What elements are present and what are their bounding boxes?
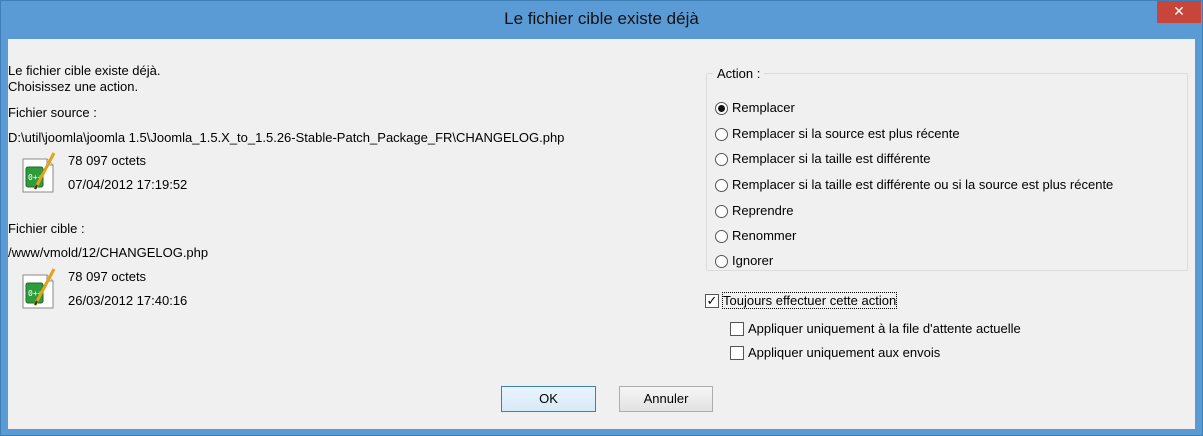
target-size: 78 097 octets bbox=[68, 269, 147, 284]
queue-only-checkbox[interactable] bbox=[730, 322, 744, 336]
dialog-window: Le fichier cible existe déjà ✕ Le fichie… bbox=[0, 0, 1203, 436]
source-path: D:\util\joomla\joomla 1.5\Joomla_1.5.X_t… bbox=[8, 130, 565, 145]
radio-label: Remplacer si la source est plus récente bbox=[732, 126, 960, 141]
target-date: 26/03/2012 17:40:16 bbox=[68, 293, 188, 308]
window-title: Le fichier cible existe déjà bbox=[504, 9, 699, 28]
radio-button[interactable] bbox=[715, 128, 728, 141]
uploads-only-checkbox[interactable] bbox=[730, 346, 744, 360]
radio-button[interactable] bbox=[715, 255, 728, 268]
always-perform-label: Toujours effectuer cette action bbox=[721, 292, 898, 309]
uploads-only-label: Appliquer uniquement aux envois bbox=[748, 345, 941, 360]
radio-label: Remplacer bbox=[732, 100, 795, 115]
radio-button[interactable] bbox=[715, 153, 728, 166]
target-path: /www/vmold/12/CHANGELOG.php bbox=[8, 245, 209, 260]
radio-label: Ignorer bbox=[732, 253, 774, 268]
dialog-body: Le fichier cible existe déjà. Choisissez… bbox=[8, 39, 1195, 429]
queue-only-label: Appliquer uniquement à la file d'attente… bbox=[748, 321, 1021, 336]
radio-label: Remplacer si la taille est différente bbox=[732, 151, 931, 166]
radio-button[interactable] bbox=[715, 230, 728, 243]
always-perform-checkbox[interactable]: ✓ bbox=[705, 294, 719, 308]
message-line-2: Choisissez une action. bbox=[8, 79, 139, 94]
ok-button[interactable]: OK bbox=[501, 386, 596, 412]
source-heading: Fichier source : bbox=[8, 105, 97, 120]
source-size: 78 097 octets bbox=[68, 153, 147, 168]
target-heading: Fichier cible : bbox=[8, 221, 85, 236]
title-bar[interactable]: Le fichier cible existe déjà ✕ bbox=[1, 1, 1202, 39]
radio-label: Renommer bbox=[732, 228, 797, 243]
radio-button[interactable] bbox=[715, 102, 728, 115]
source-date: 07/04/2012 17:19:52 bbox=[68, 177, 188, 192]
radio-label: Reprendre bbox=[732, 203, 794, 218]
cancel-button[interactable]: Annuler bbox=[619, 386, 713, 412]
radio-button[interactable] bbox=[715, 205, 728, 218]
php-file-icon: 0++ bbox=[22, 268, 56, 309]
close-button[interactable]: ✕ bbox=[1157, 1, 1201, 23]
radio-button[interactable] bbox=[715, 179, 728, 192]
message-line-1: Le fichier cible existe déjà. bbox=[8, 63, 161, 78]
radio-label: Remplacer si la taille est différente ou… bbox=[732, 177, 1114, 192]
action-legend: Action : bbox=[713, 66, 765, 81]
php-file-icon: 0++ bbox=[22, 152, 56, 193]
